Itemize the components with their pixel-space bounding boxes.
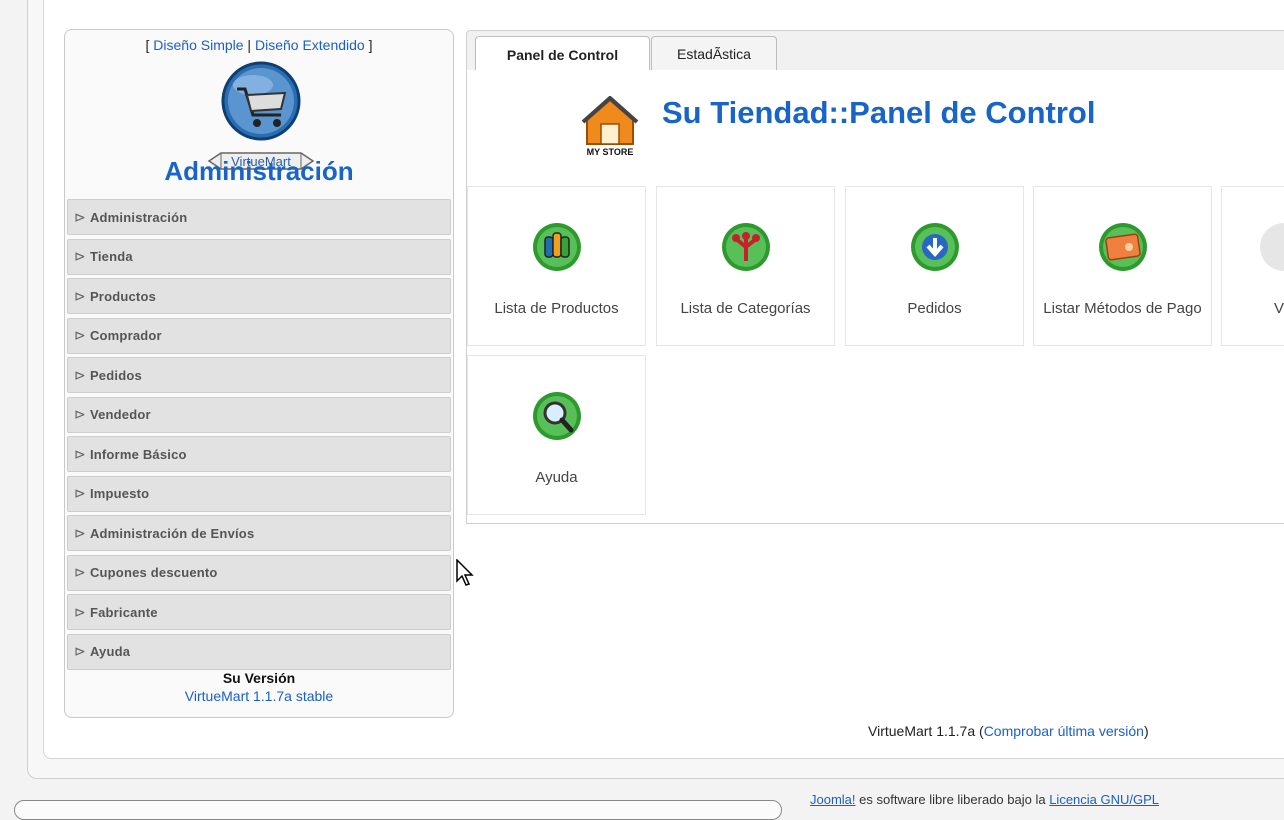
extended-layout-link[interactable]: Diseño Extendido (255, 37, 365, 53)
help-icon (532, 392, 581, 440)
chevron-right-icon: ⊳ (74, 366, 86, 383)
version-label: Su Versión (222, 670, 296, 686)
chevron-right-icon: ⊳ (74, 643, 86, 659)
sidebar-item-productos[interactable]: ⊳ Productos (67, 278, 451, 314)
bottom-license-text: Joomla! es software libre liberado bajo … (810, 792, 1160, 807)
tile-ayuda[interactable]: Ayuda (467, 355, 646, 515)
layout-toggle: [ Diseño Simple | Diseño Extendido ] (145, 37, 373, 53)
tile-lista-productos[interactable]: Lista de Productos (467, 186, 646, 346)
products-icon (532, 223, 581, 271)
sidebar-item-ayuda[interactable]: ⊳ Ayuda (67, 633, 451, 670)
admin-sidebar: [ Diseño Simple | Diseño Extendido ] Vir… (64, 29, 454, 718)
tile-lista-categorias[interactable]: Lista de Categorías (656, 186, 835, 346)
my-store-icon: MY STORE (581, 96, 639, 157)
sidebar-item-administracion[interactable]: ⊳ Administración (67, 199, 451, 235)
tile-label: Lista de Categorías (680, 300, 811, 317)
sidebar-item-comprador[interactable]: ⊳ Comprador (67, 317, 451, 354)
tile-label: Ayuda (535, 469, 578, 486)
tile-metodos-pago[interactable]: Listar Métodos de Pago (1033, 186, 1212, 346)
panel-title: Su Tiendad::Panel de Control (662, 95, 1096, 130)
chevron-right-icon: ⊳ (74, 208, 86, 225)
bottom-input[interactable] (14, 800, 782, 820)
chevron-right-icon: ⊳ (74, 406, 86, 422)
sidebar-item-fabricante[interactable]: ⊳ Fabricante (67, 594, 451, 630)
sidebar-item-impuesto[interactable]: ⊳ Impuesto (67, 475, 451, 512)
sidebar-item-tienda[interactable]: ⊳ Tienda (67, 238, 451, 275)
chevron-right-icon: ⊳ (74, 248, 86, 264)
tile-label: Lista de Productos (494, 300, 619, 317)
sidebar-menu: ⊳ Administración ⊳ Tienda ⊳ Productos ⊳ Comp… (67, 199, 451, 673)
sidebar-item-envios[interactable]: ⊳ Administración de Envíos (67, 515, 451, 551)
orders-icon (910, 223, 959, 271)
chevron-right-icon: ⊳ (74, 603, 86, 620)
joomla-link[interactable]: Joomla! (810, 792, 856, 807)
footer-version: VirtueMart 1.1.7a (Comprobar última vers… (868, 723, 1149, 739)
check-version-link[interactable]: Comprobar última versión (984, 723, 1144, 739)
sidebar-title: Administración (164, 156, 354, 186)
svg-text:MY STORE: MY STORE (587, 147, 634, 157)
chevron-right-icon: ⊳ (74, 327, 86, 343)
tile-label: Pedidos (907, 300, 962, 317)
chevron-right-icon: ⊳ (74, 564, 86, 580)
tab-bar: Panel de Control EstadÃ­stica (466, 30, 1284, 72)
tile-label: Listar Métodos de Pago (1043, 300, 1202, 317)
chevron-right-icon: ⊳ (74, 445, 86, 462)
categories-icon (721, 223, 770, 271)
tile-label: V (1274, 300, 1284, 317)
vendor-icon (1260, 223, 1284, 271)
sidebar-item-informe-basico[interactable]: ⊳ Informe Básico (67, 436, 451, 472)
sidebar-item-vendedor[interactable]: ⊳ Vendedor (67, 396, 451, 433)
sidebar-item-cupones[interactable]: ⊳ Cupones descuento (67, 554, 451, 591)
tab-estadistica[interactable]: EstadÃ­stica (651, 36, 777, 70)
tile-pedidos[interactable]: Pedidos (845, 186, 1024, 346)
tab-panel-de-control[interactable]: Panel de Control (475, 36, 650, 72)
sidebar-item-pedidos[interactable]: ⊳ Pedidos (67, 357, 451, 393)
mouse-cursor-icon (456, 559, 474, 586)
version-value: VirtueMart 1.1.7a stable (184, 688, 334, 704)
tile-vendedor[interactable]: V (1221, 186, 1284, 346)
chevron-right-icon: ⊳ (74, 485, 86, 501)
payment-methods-icon (1098, 223, 1147, 271)
simple-layout-link[interactable]: Diseño Simple (153, 37, 243, 53)
chevron-right-icon: ⊳ (74, 287, 86, 304)
license-link[interactable]: Licencia GNU/GPL (1049, 792, 1159, 807)
chevron-right-icon: ⊳ (74, 524, 86, 541)
